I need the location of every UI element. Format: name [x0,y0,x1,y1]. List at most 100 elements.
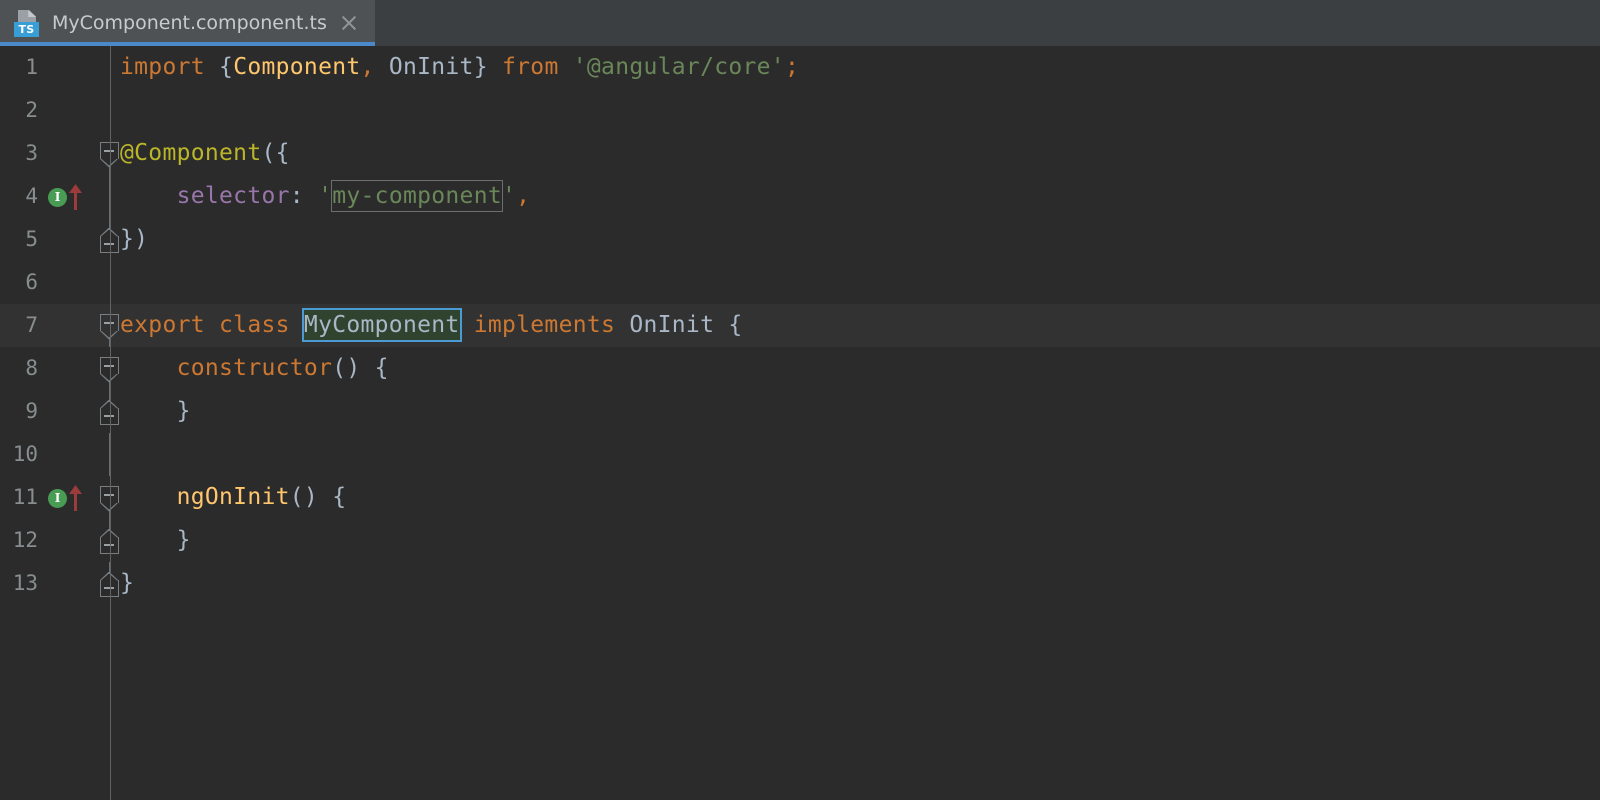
code-token: : [289,183,319,209]
editor-tab-label: MyComponent.component.ts [52,12,327,34]
code-line[interactable]: 6 [0,261,1600,304]
code-line[interactable]: 13} [0,562,1600,605]
line-number: 2 [25,98,38,122]
code-editor[interactable]: 1 import {Component, OnInit} from '@angul… [0,46,1600,800]
fold-start-tip [99,330,119,340]
fold-start-tip [99,158,119,168]
line-number: 10 [12,442,38,466]
line-number: 11 [12,485,38,509]
code-text[interactable]: }) [120,218,148,261]
code-lines-container: 1 import {Component, OnInit} from '@angul… [0,46,1600,605]
code-line[interactable]: 2 [0,89,1600,132]
implemented-method-icon[interactable]: I [48,485,86,511]
code-token: } [120,570,135,596]
code-token: ' [318,183,333,209]
code-token: { [219,54,234,80]
fold-minus-glyph [104,587,114,589]
code-line[interactable]: 1 import {Component, OnInit} from '@angul… [0,46,1600,89]
fold-start-tip [99,373,119,383]
code-token: () { [332,355,389,381]
code-line[interactable]: 4I selector: 'my-component', [0,175,1600,218]
code-text[interactable]: ngOnInit() { [120,476,346,519]
line-number: 12 [12,528,38,552]
code-text[interactable]: } [120,519,191,562]
code-token: () { [289,484,347,510]
code-token: import [120,54,220,80]
search-highlight-box[interactable]: my-component [331,180,504,212]
code-token: OnInit [388,54,474,80]
code-token: '@angular/core' [572,54,785,80]
line-number: 5 [25,227,38,251]
inplace-rename-box[interactable]: MyComponent [301,308,462,342]
fold-minus-glyph [104,243,114,245]
fold-minus-glyph [104,544,114,546]
code-token: constructor [176,355,333,381]
fold-end-tip [99,399,119,409]
line-number: 9 [25,399,38,423]
code-token: , [516,183,531,209]
fold-minus-glyph [104,494,114,496]
code-token: } [473,54,502,80]
fold-start-tip [99,502,119,512]
code-token: from [502,54,573,80]
code-token: ' [502,183,517,209]
fold-end-tip [99,227,119,237]
ide-window: TS MyComponent.component.ts 1 import {Com… [0,0,1600,800]
overriding-arrow-icon [68,485,82,511]
editor-tab-bar: TS MyComponent.component.ts [0,0,1600,46]
line-number: 3 [25,141,38,165]
code-line[interactable]: 5}) [0,218,1600,261]
code-token: } [120,527,191,553]
line-number: 6 [25,270,38,294]
code-text[interactable]: } [120,390,191,433]
gutter-separator [110,46,111,800]
code-token: ; [784,54,800,80]
code-token: Component [233,54,361,80]
fold-end-tip [99,571,119,581]
code-line[interactable]: 3 @Component({ [0,132,1600,175]
typescript-file-icon: TS [14,9,40,37]
ts-badge: TS [14,22,39,37]
code-line[interactable]: 11 I ngOnInit() { [0,476,1600,519]
editor-tab-mycomponent[interactable]: TS MyComponent.component.ts [0,0,375,46]
code-token: { [714,312,743,338]
code-token: } [120,398,191,424]
code-token: export class [120,312,304,338]
code-token: selector [176,183,290,209]
code-text[interactable]: } [120,562,134,605]
code-text[interactable]: import {Component, OnInit} from '@angula… [120,46,799,89]
fold-minus-glyph [104,365,114,367]
implemented-method-icon[interactable]: I [48,184,86,210]
code-line[interactable]: 10 [0,433,1600,476]
implemented-marker-glyph: I [48,188,67,207]
line-number: 4 [25,184,38,208]
fold-minus-glyph [104,415,114,417]
line-number: 13 [12,571,38,595]
code-text[interactable]: constructor() { [120,347,389,390]
code-token: , [360,54,389,80]
code-token: }) [120,226,149,252]
line-number: 8 [25,356,38,380]
fold-end-tip [99,528,119,538]
code-token: ngOnInit [176,484,290,510]
overriding-arrow-icon [68,184,82,210]
code-text[interactable]: selector: 'my-component', [120,175,530,218]
code-token: ({ [261,140,290,166]
fold-minus-glyph [104,322,114,324]
code-line[interactable]: 8 constructor() { [0,347,1600,390]
close-icon[interactable] [339,13,359,33]
code-line[interactable]: 9 } [0,390,1600,433]
implemented-marker-glyph: I [48,489,67,508]
code-text[interactable]: @Component({ [120,132,290,175]
code-token: OnInit [629,312,715,338]
code-token: @Component [120,140,262,166]
code-line[interactable]: 12 } [0,519,1600,562]
line-number: 1 [25,55,38,79]
line-number: 7 [25,313,38,337]
fold-minus-glyph [104,150,114,152]
code-line[interactable]: 7 export class MyComponent implements OnI… [0,304,1600,347]
code-text[interactable]: export class MyComponent implements OnIn… [120,304,743,347]
